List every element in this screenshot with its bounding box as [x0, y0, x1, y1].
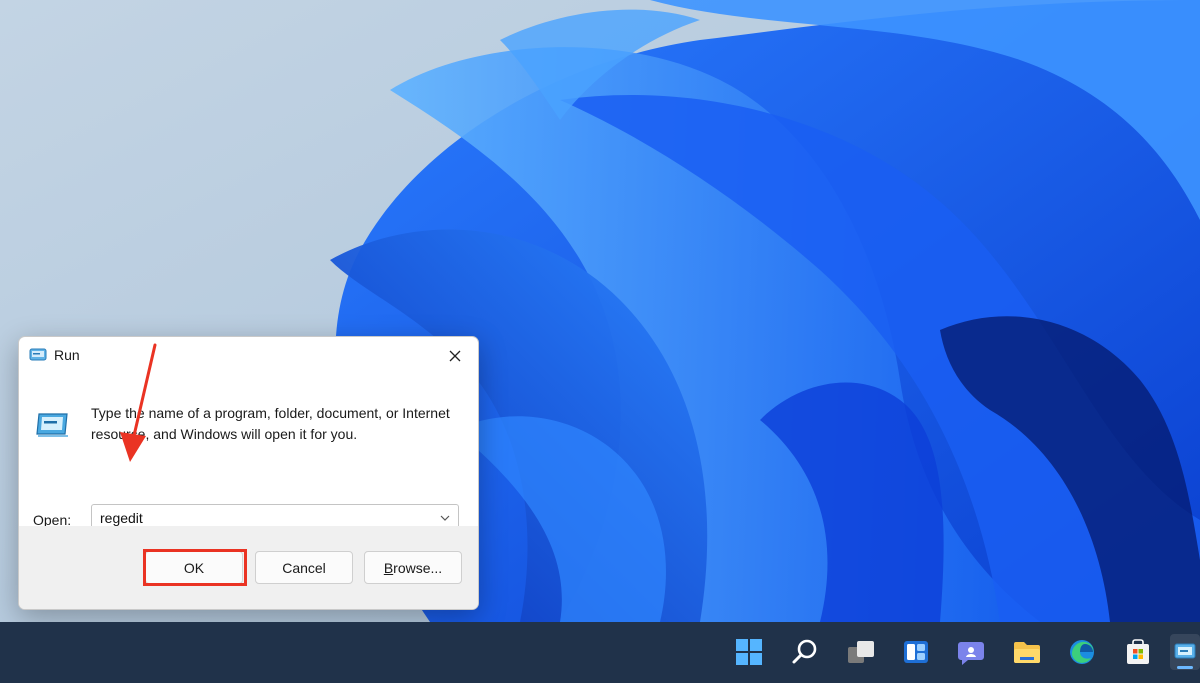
- search-button[interactable]: [787, 634, 823, 670]
- dialog-description: Type the name of a program, folder, docu…: [91, 405, 450, 442]
- run-taskbar-button[interactable]: [1170, 634, 1200, 670]
- file-explorer-icon: [1014, 642, 1040, 663]
- close-button[interactable]: [432, 337, 478, 374]
- ok-highlight-box: [143, 549, 247, 586]
- widgets-button[interactable]: [898, 634, 934, 670]
- open-input[interactable]: regedit: [100, 510, 143, 526]
- run-app-icon: [36, 413, 68, 437]
- search-icon: [792, 639, 817, 664]
- run-app-icon: [1174, 643, 1196, 659]
- start-button[interactable]: [731, 634, 767, 670]
- chat-icon: [958, 642, 984, 665]
- close-icon: [449, 350, 461, 361]
- task-view-button[interactable]: [843, 634, 879, 670]
- dialog-titlebar[interactable]: Run: [19, 337, 478, 374]
- dialog-content: Type the name of a program, folder, docu…: [19, 374, 478, 533]
- cancel-button[interactable]: Cancel: [255, 551, 353, 584]
- store-icon: [1127, 639, 1149, 664]
- chevron-down-icon[interactable]: [439, 513, 451, 523]
- run-dialog: Run Type the name of a program, folder, …: [18, 336, 479, 610]
- chat-button[interactable]: [953, 634, 989, 670]
- browse-button[interactable]: Browse...: [364, 551, 462, 584]
- run-icon: [29, 348, 47, 361]
- active-indicator: [1177, 666, 1193, 669]
- edge-icon: [1070, 640, 1094, 664]
- windows-start-icon: [736, 639, 762, 665]
- taskbar: [0, 622, 1200, 683]
- dialog-footer: OK Cancel Browse...: [19, 526, 478, 609]
- widgets-icon: [904, 641, 928, 663]
- store-button[interactable]: [1120, 634, 1156, 670]
- task-view-icon: [848, 641, 874, 663]
- file-explorer-button[interactable]: [1009, 634, 1045, 670]
- edge-button[interactable]: [1064, 634, 1100, 670]
- dialog-title: Run: [54, 347, 80, 363]
